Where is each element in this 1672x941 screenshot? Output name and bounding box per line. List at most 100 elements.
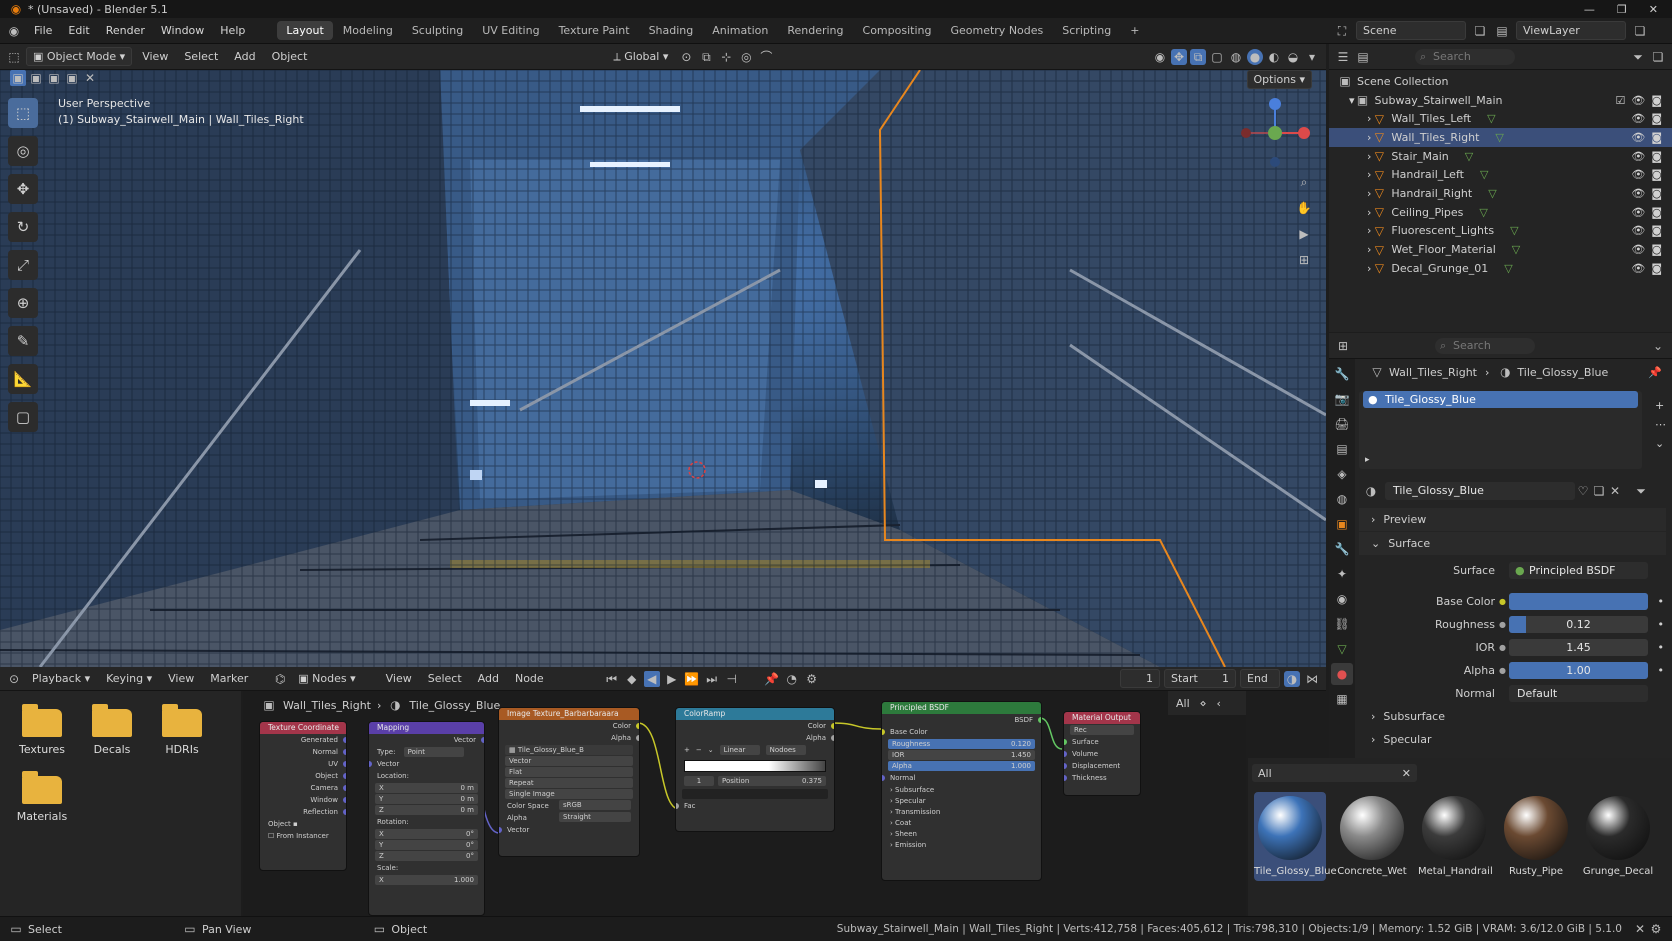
node-wrangler-icon[interactable]: ⋈: [1304, 671, 1320, 687]
shader-node-editor[interactable]: ▣ Wall_Tiles_Right › ◑ Tile_Glossy_Blue …: [243, 691, 1246, 916]
snap-frames-icon[interactable]: ⊣: [724, 671, 740, 687]
output-socket-icon[interactable]: [831, 735, 834, 741]
select-intersect-icon[interactable]: ✕: [82, 70, 98, 86]
clear-filter-icon[interactable]: ✕: [1402, 767, 1411, 780]
camera-icon[interactable]: ◙: [1651, 112, 1662, 125]
transform-orientation[interactable]: ⟂ Global ▾: [607, 48, 674, 66]
keyframe-dot-icon[interactable]: •: [1658, 618, 1665, 631]
scale-x-field[interactable]: X 1.000: [375, 875, 478, 885]
menu-node-add[interactable]: Add: [472, 670, 505, 687]
from-instancer-checkbox[interactable]: ☐ From Instancer: [260, 830, 346, 842]
camera-icon[interactable]: ◙: [1651, 168, 1662, 181]
asset-item[interactable]: Metal_Handrail: [1418, 796, 1493, 877]
image-option-dropdown[interactable]: Vector: [505, 756, 633, 766]
add-workspace-icon[interactable]: +: [1121, 21, 1148, 40]
render-tab-icon[interactable]: 📷: [1331, 388, 1353, 410]
solid-shading-icon[interactable]: ●: [1247, 48, 1263, 65]
camera-icon[interactable]: ◙: [1651, 94, 1662, 107]
output-socket-icon[interactable]: [343, 785, 346, 791]
eye-icon[interactable]: 👁: [1631, 131, 1645, 144]
input-socket-icon[interactable]: ●: [1499, 597, 1506, 606]
outliner-item[interactable]: › ▽ Stair_Main ▽ 👁 ◙: [1329, 147, 1672, 166]
input-socket-icon[interactable]: [1064, 751, 1067, 757]
asset-item[interactable]: Rusty_Pipe: [1500, 796, 1572, 877]
scene-selector[interactable]: Scene: [1356, 21, 1466, 40]
chevron-down-icon[interactable]: ⌄: [708, 744, 714, 756]
select-box-tool-icon[interactable]: ⬚: [8, 98, 38, 128]
stop-position-field[interactable]: Position 0.375: [718, 776, 826, 786]
folder-item[interactable]: HDRIs: [152, 704, 212, 756]
node-mapping[interactable]: Mapping Vector Type: Point Vector Locati…: [368, 721, 485, 916]
menu-add[interactable]: Add: [228, 48, 261, 65]
menu-node-node[interactable]: Node: [509, 670, 550, 687]
material-filter-icon[interactable]: ⏷: [1633, 483, 1649, 499]
data-tab-icon[interactable]: ▽: [1331, 638, 1353, 660]
axis-field[interactable]: Z 0 m: [375, 805, 478, 815]
fake-user-icon[interactable]: ♡: [1575, 483, 1591, 499]
new-scene-icon[interactable]: ❏: [1472, 23, 1488, 39]
surface-panel-header[interactable]: ⌄ Surface: [1359, 532, 1666, 555]
menu-select[interactable]: Select: [178, 48, 224, 65]
camera-view-icon[interactable]: ▶: [1296, 226, 1312, 242]
modifier-tab-icon[interactable]: 🔧: [1331, 538, 1353, 560]
select-new-icon[interactable]: ▣: [10, 70, 26, 86]
close-icon[interactable]: ✕: [1632, 921, 1648, 937]
jump-start-icon[interactable]: ⏮: [604, 671, 620, 687]
physics-tab-icon[interactable]: ◉: [1331, 588, 1353, 610]
annotate-tool-icon[interactable]: ✎: [8, 326, 38, 356]
bsdf-section[interactable]: › Subsurface: [882, 784, 1041, 795]
outliner-item[interactable]: › ▽ Wall_Tiles_Left ▽ 👁 ◙: [1329, 109, 1672, 128]
output-socket-icon[interactable]: [636, 735, 639, 741]
eye-icon[interactable]: 👁: [1631, 94, 1645, 107]
proportional-edit-icon[interactable]: ◎: [738, 49, 754, 65]
play-reverse-icon[interactable]: ◀: [643, 670, 660, 687]
axis-field[interactable]: X 0°: [375, 829, 478, 839]
output-socket-icon[interactable]: [343, 797, 346, 803]
type-dropdown[interactable]: Point: [403, 747, 464, 757]
material-browse-icon[interactable]: ◑: [1363, 483, 1379, 499]
tab-sculpting[interactable]: Sculpting: [403, 21, 472, 40]
new-collection-icon[interactable]: ❏: [1650, 49, 1666, 65]
preview-panel-header[interactable]: › Preview: [1359, 508, 1666, 531]
material-tab-icon[interactable]: ●: [1331, 663, 1353, 685]
tab-texture-paint[interactable]: Texture Paint: [550, 21, 639, 40]
input-socket-icon[interactable]: ●: [1499, 666, 1506, 675]
bsdf-section[interactable]: › Transmission: [882, 806, 1041, 817]
minimize-icon[interactable]: —: [1584, 3, 1595, 16]
current-frame-field[interactable]: 1: [1120, 669, 1160, 688]
outliner-editor-icon[interactable]: ☰: [1335, 49, 1351, 65]
properties-search-input[interactable]: ⌕ Search: [1435, 337, 1535, 354]
menu-node-select[interactable]: Select: [422, 670, 468, 687]
output-tab-icon[interactable]: 🖨: [1331, 413, 1353, 435]
subsurface-panel-header[interactable]: › Subsurface: [1359, 705, 1672, 728]
asset-filter-field[interactable]: All ✕: [1252, 764, 1417, 782]
eye-icon[interactable]: 👁: [1631, 243, 1645, 256]
camera-icon[interactable]: ◙: [1651, 243, 1662, 256]
output-socket-icon[interactable]: [343, 761, 346, 767]
transform-tool-icon[interactable]: ⊕: [8, 288, 38, 318]
particles-tab-icon[interactable]: ✦: [1331, 563, 1353, 585]
bsdf-value-field[interactable]: Alpha 1.000: [888, 761, 1035, 771]
specular-panel-header[interactable]: › Specular: [1359, 728, 1672, 751]
keyframe-settings-icon[interactable]: ⚙: [804, 671, 820, 687]
pin-icon[interactable]: 📌: [764, 671, 780, 687]
blender-menu-icon[interactable]: ◉: [6, 23, 22, 39]
output-socket-icon[interactable]: [343, 773, 346, 779]
menu-keying[interactable]: Keying ▾: [100, 670, 158, 687]
xray-icon[interactable]: ▢: [1209, 49, 1225, 65]
scene-icon[interactable]: ⛶: [1334, 23, 1350, 39]
axis-field[interactable]: Y 0 m: [375, 794, 478, 804]
image-datablock[interactable]: ▦ Tile_Glossy_Blue_B: [505, 745, 633, 755]
outliner-item[interactable]: › ▽ Wall_Tiles_Right ▽ 👁 ◙: [1329, 128, 1672, 147]
bsdf-section[interactable]: › Coat: [882, 817, 1041, 828]
tab-layout[interactable]: Layout: [277, 21, 333, 40]
view-layer-icon[interactable]: ▤: [1494, 23, 1510, 39]
slot-menu-icon[interactable]: ⋯: [1655, 418, 1666, 431]
overlay-icon[interactable]: ◑: [1284, 670, 1300, 687]
tab-modeling[interactable]: Modeling: [334, 21, 402, 40]
outliner-item[interactable]: › ▽ Decal_Grunge_01 ▽ 👁 ◙: [1329, 259, 1672, 278]
snap-icon[interactable]: ⧉: [698, 49, 714, 65]
new-view-layer-icon[interactable]: ❏: [1632, 23, 1648, 39]
gizmo-toggle-icon[interactable]: ✥: [1171, 48, 1187, 65]
editor-type-icon[interactable]: ⊙: [6, 671, 22, 687]
